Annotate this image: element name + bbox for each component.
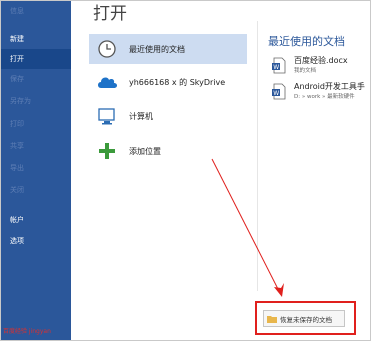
recover-label: 恢复未保存的文档 (280, 315, 332, 324)
watermark: 百度经验 jingyan (3, 328, 51, 335)
rail-item-account[interactable]: 帐户 (1, 210, 71, 230)
backstage-rail: 信息 新建 打开 保存 另存为 打印 共享 导出 关闭 帐户 选项 百度经验 j… (1, 1, 71, 340)
doc-name: Android开发工具手 (294, 82, 365, 91)
location-label: 最近使用的文档 (129, 44, 185, 54)
rail-item-export[interactable]: 导出 (1, 158, 71, 178)
rail-item-info[interactable]: 信息 (1, 1, 71, 21)
location-label: yh666168 x 的 SkyDrive (129, 77, 226, 87)
clock-icon (95, 37, 119, 61)
rail-item-print[interactable]: 打印 (1, 114, 71, 134)
location-label: 计算机 (129, 111, 153, 121)
svg-text:W: W (273, 90, 279, 97)
recover-unsaved-button[interactable]: 恢复未保存的文档 (263, 310, 345, 327)
word-doc-icon: W (272, 83, 286, 100)
rail-item-close[interactable]: 关闭 (1, 180, 71, 200)
rail-item-share[interactable]: 共享 (1, 136, 71, 156)
rail-item-save-as[interactable]: 另存为 (1, 91, 71, 111)
doc-path: 我的文档 (294, 68, 317, 74)
doc-name: 百度经验.docx (294, 56, 348, 65)
column-divider (257, 21, 258, 291)
recent-docs-title: 最近使用的文档 (268, 35, 345, 48)
location-computer[interactable]: 计算机 (89, 101, 247, 131)
location-skydrive[interactable]: yh666168 x 的 SkyDrive (89, 67, 247, 97)
recent-doc-item[interactable]: W 百度经验.docx 我的文档 (272, 55, 370, 79)
folder-icon (267, 315, 277, 323)
location-recent[interactable]: 最近使用的文档 (89, 34, 247, 64)
backstage-window: 信息 新建 打开 保存 另存为 打印 共享 导出 关闭 帐户 选项 百度经验 j… (0, 0, 371, 341)
location-add[interactable]: 添加位置 (89, 136, 247, 166)
rail-item-new[interactable]: 新建 (1, 29, 71, 49)
plus-icon (95, 139, 119, 163)
rail-item-options[interactable]: 选项 (1, 231, 71, 251)
rail-item-open[interactable]: 打开 (1, 49, 71, 69)
location-label: 添加位置 (129, 146, 161, 156)
cloud-icon (95, 70, 119, 94)
recent-doc-item[interactable]: W Android开发工具手 D: » work » 最新软硬件 (272, 81, 370, 105)
rail-item-save[interactable]: 保存 (1, 69, 71, 89)
svg-text:W: W (273, 64, 279, 71)
doc-path: D: » work » 最新软硬件 (294, 94, 355, 100)
page-title: 打开 (93, 4, 127, 24)
word-doc-icon: W (272, 57, 286, 74)
computer-icon (95, 104, 119, 128)
